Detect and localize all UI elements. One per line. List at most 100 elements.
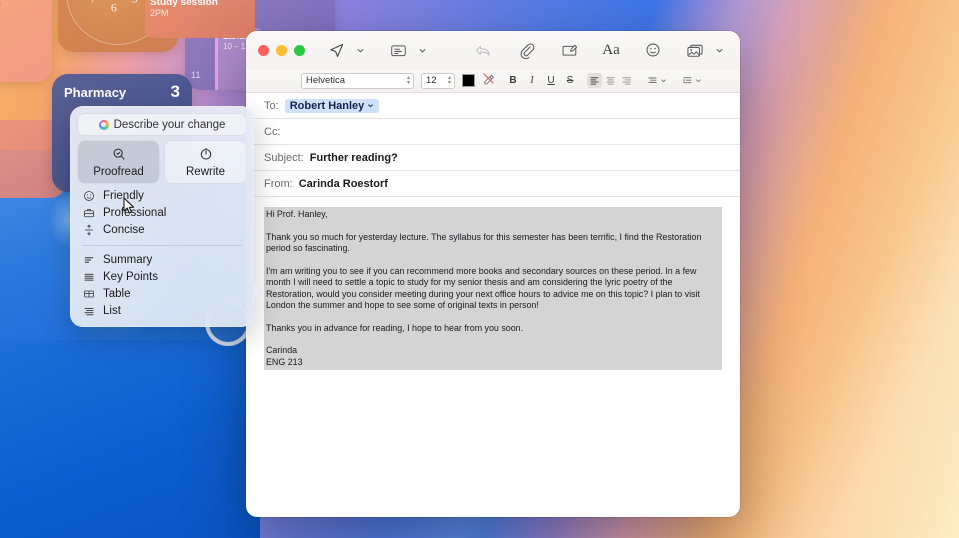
- ordered-list-icon: [82, 305, 95, 317]
- writing-tool-table[interactable]: Table: [78, 285, 246, 302]
- indent-chevron-down-icon: [695, 77, 702, 84]
- writing-tool-friendly[interactable]: Friendly: [78, 187, 246, 204]
- rewrite-clock-icon: [199, 147, 213, 164]
- align-right-button[interactable]: [619, 73, 634, 88]
- recipient-token-robert-hanley[interactable]: Robert Hanley: [285, 99, 380, 113]
- format-list: Summary Key Points Table: [78, 251, 246, 319]
- markup-icon[interactable]: [554, 37, 584, 63]
- list-dropdown-button[interactable]: [647, 75, 667, 86]
- mail-compose-window[interactable]: Aa: [246, 31, 740, 517]
- highlight-color-icon[interactable]: [482, 72, 495, 90]
- pharmacy-count: 3: [171, 82, 180, 102]
- format-toolbar: Helvetica ▴▾ 12 ▴▾ B I U S: [246, 69, 740, 93]
- writing-tool-professional[interactable]: Professional: [78, 204, 246, 221]
- concise-label: Concise: [103, 224, 145, 236]
- smiley-icon[interactable]: [638, 37, 668, 63]
- proofread-button[interactable]: Proofread: [78, 141, 159, 183]
- cc-field-row[interactable]: Cc:: [246, 119, 740, 145]
- from-value: Carinda Roestorf: [299, 178, 388, 190]
- window-titlebar: Aa: [246, 31, 740, 69]
- body-paragraph-1: Thank you so much for yesterday lecture.…: [266, 232, 720, 255]
- paperclip-icon[interactable]: [512, 37, 542, 63]
- desktop-screen: ise ofuts 3 4 5 6 7 8 9 9 10 11 Lands 10…: [0, 0, 959, 538]
- message-body[interactable]: Hi Prof. Hanley, Thank you so much for y…: [246, 197, 740, 370]
- reply-arrow-icon[interactable]: [468, 37, 498, 63]
- italic-button[interactable]: I: [526, 75, 538, 86]
- subject-value: Further reading?: [310, 152, 398, 164]
- font-family-stepper-icon: ▴▾: [407, 76, 410, 86]
- proofread-label: Proofread: [93, 166, 144, 178]
- to-label: To:: [264, 100, 279, 112]
- signature-course: ENG 213: [266, 357, 303, 367]
- signature-name: Carinda: [266, 345, 297, 355]
- briefcase-icon: [82, 207, 95, 219]
- body-greeting: Hi Prof. Hanley,: [266, 209, 720, 221]
- writing-tool-list[interactable]: List: [78, 302, 246, 319]
- photos-chevron-down-icon[interactable]: [710, 37, 728, 63]
- key-points-label: Key Points: [103, 271, 158, 283]
- send-options-chevron-down-icon[interactable]: [351, 37, 369, 63]
- table-label: Table: [103, 288, 131, 300]
- rewrite-button[interactable]: Rewrite: [165, 141, 246, 183]
- underline-button[interactable]: U: [545, 75, 557, 86]
- to-field-row[interactable]: To: Robert Hanley: [246, 93, 740, 119]
- zoom-button[interactable]: [294, 45, 305, 56]
- apple-intelligence-ring-icon: [99, 120, 109, 130]
- align-left-button[interactable]: [587, 73, 602, 88]
- font-size-select[interactable]: 12 ▴▾: [421, 73, 455, 89]
- toolbar-left-group: [321, 37, 431, 63]
- send-button[interactable]: [321, 37, 351, 63]
- body-paragraph-3: Thanks you in advance for reading, I hop…: [266, 323, 720, 335]
- calendar-event-study-session[interactable]: Study session 2PM: [145, 0, 255, 38]
- align-center-button[interactable]: [603, 73, 618, 88]
- font-family-select[interactable]: Helvetica ▴▾: [301, 73, 414, 89]
- describe-your-change-label: Describe your change: [114, 119, 226, 131]
- describe-your-change-button[interactable]: Describe your change: [78, 114, 246, 135]
- body-paragraph-2: I'm am writing you to see if you can rec…: [266, 266, 720, 312]
- from-label: From:: [264, 178, 293, 190]
- photo-browser-icon[interactable]: [680, 37, 710, 63]
- subject-field-row[interactable]: Subject: Further reading?: [246, 145, 740, 171]
- magnifier-check-icon: [112, 147, 126, 164]
- from-field-row[interactable]: From: Carinda Roestorf: [246, 171, 740, 197]
- recipient-name: Robert Hanley: [290, 100, 365, 112]
- popover-divider: [82, 245, 242, 246]
- strikethrough-button[interactable]: S: [564, 75, 576, 86]
- widget-notes[interactable]: ise ofuts: [0, 0, 52, 82]
- summary-label: Summary: [103, 254, 152, 266]
- writing-tool-summary[interactable]: Summary: [78, 251, 246, 268]
- font-size-stepper-icon: ▴▾: [448, 76, 451, 86]
- traffic-lights: [258, 45, 305, 56]
- smiley-face-icon: [82, 190, 95, 202]
- recipient-chevron-down-icon: [367, 102, 374, 109]
- professional-label: Professional: [103, 207, 166, 219]
- bold-button[interactable]: B: [507, 75, 519, 86]
- friendly-label: Friendly: [103, 190, 144, 202]
- clock-number-6: 6: [111, 0, 117, 15]
- popover-tail: [253, 284, 261, 298]
- indent-dropdown-icon: [682, 75, 693, 86]
- stationery-button[interactable]: [383, 37, 413, 63]
- aa-text-icon[interactable]: Aa: [596, 37, 626, 63]
- pharmacy-title: Pharmacy: [64, 85, 126, 100]
- text-color-swatch[interactable]: [462, 74, 475, 87]
- bullet-list-icon: [82, 271, 95, 283]
- tone-list: Friendly Professional Concise: [78, 187, 246, 238]
- table-grid-icon: [82, 288, 95, 300]
- font-family-value: Helvetica: [306, 75, 345, 86]
- writing-tool-concise[interactable]: Concise: [78, 221, 246, 238]
- cc-label: Cc:: [264, 126, 281, 138]
- selected-text-block[interactable]: Hi Prof. Hanley, Thank you so much for y…: [264, 207, 722, 370]
- list-dropdown-icon: [647, 75, 658, 86]
- subject-label: Subject:: [264, 152, 304, 164]
- writing-tools-popover[interactable]: Describe your change Proofread: [70, 106, 254, 327]
- close-button[interactable]: [258, 45, 269, 56]
- clock-number-5: 5: [132, 0, 138, 7]
- writing-tool-key-points[interactable]: Key Points: [78, 268, 246, 285]
- minimize-button[interactable]: [276, 45, 287, 56]
- list-chevron-down-icon: [660, 77, 667, 84]
- study-session-time: 2PM: [150, 8, 250, 18]
- stationery-chevron-down-icon[interactable]: [413, 37, 431, 63]
- body-signature: Carinda ENG 213: [266, 345, 720, 368]
- indent-dropdown-button[interactable]: [682, 75, 702, 86]
